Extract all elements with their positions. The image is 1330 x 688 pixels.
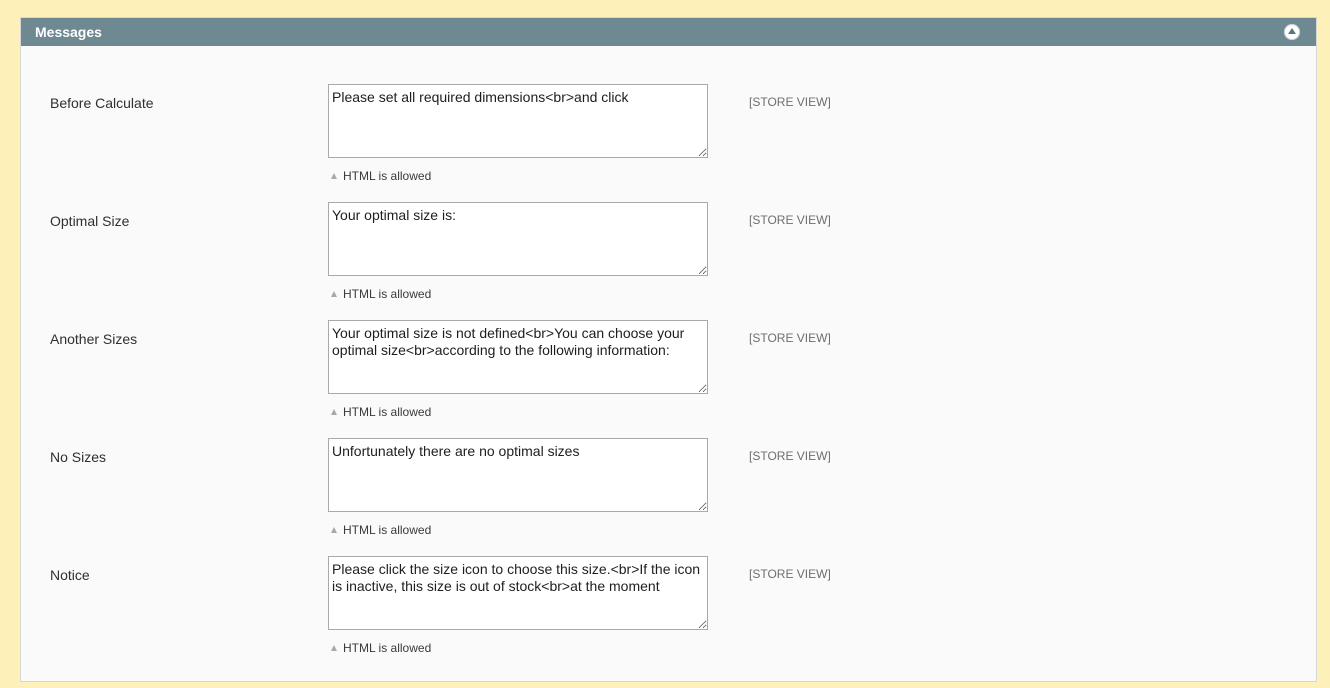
field-label: No Sizes bbox=[50, 449, 107, 465]
no-sizes-textarea[interactable]: Unfortunately there are no optimal sizes bbox=[328, 438, 708, 512]
before-calculate-textarea[interactable]: Please set all required dimensions<br>an… bbox=[328, 84, 708, 158]
notice-textarea[interactable]: Please click the size icon to choose thi… bbox=[328, 556, 708, 630]
collapse-section-button[interactable] bbox=[1284, 24, 1300, 40]
field-note-text: HTML is allowed bbox=[343, 169, 432, 183]
field-label: Optimal Size bbox=[50, 213, 130, 229]
section-header[interactable]: Messages bbox=[21, 18, 1316, 46]
scope-label: [STORE VIEW] bbox=[749, 449, 831, 463]
scope-label: [STORE VIEW] bbox=[749, 567, 831, 581]
section-title: Messages bbox=[35, 24, 102, 40]
field-note: HTML is allowed bbox=[331, 405, 431, 419]
chevron-up-icon bbox=[1288, 28, 1296, 34]
triangle-up-icon bbox=[331, 527, 337, 533]
field-note: HTML is allowed bbox=[331, 523, 431, 537]
field-note: HTML is allowed bbox=[331, 287, 431, 301]
scope-label: [STORE VIEW] bbox=[749, 331, 831, 345]
field-row-another-sizes: Another Sizes Your optimal size is not d… bbox=[21, 320, 1316, 438]
triangle-up-icon bbox=[331, 173, 337, 179]
field-row-no-sizes: No Sizes Unfortunately there are no opti… bbox=[21, 438, 1316, 556]
field-label: Before Calculate bbox=[50, 95, 154, 111]
field-note-text: HTML is allowed bbox=[343, 523, 432, 537]
field-note-text: HTML is allowed bbox=[343, 287, 432, 301]
triangle-up-icon bbox=[331, 291, 337, 297]
scope-label: [STORE VIEW] bbox=[749, 213, 831, 227]
field-label: Another Sizes bbox=[50, 331, 138, 347]
field-note: HTML is allowed bbox=[331, 641, 431, 655]
optimal-size-textarea[interactable]: Your optimal size is: bbox=[328, 202, 708, 276]
field-note-text: HTML is allowed bbox=[343, 641, 432, 655]
triangle-up-icon bbox=[331, 409, 337, 415]
another-sizes-textarea[interactable]: Your optimal size is not defined<br>You … bbox=[328, 320, 708, 394]
scope-label: [STORE VIEW] bbox=[749, 95, 831, 109]
field-note: HTML is allowed bbox=[331, 169, 431, 183]
field-label: Notice bbox=[50, 567, 90, 583]
field-row-notice: Notice Please click the size icon to cho… bbox=[21, 556, 1316, 674]
triangle-up-icon bbox=[331, 645, 337, 651]
messages-section: Messages Before Calculate Please set all… bbox=[20, 17, 1317, 682]
field-row-optimal-size: Optimal Size Your optimal size is: HTML … bbox=[21, 202, 1316, 320]
field-row-before-calculate: Before Calculate Please set all required… bbox=[21, 84, 1316, 202]
field-note-text: HTML is allowed bbox=[343, 405, 432, 419]
